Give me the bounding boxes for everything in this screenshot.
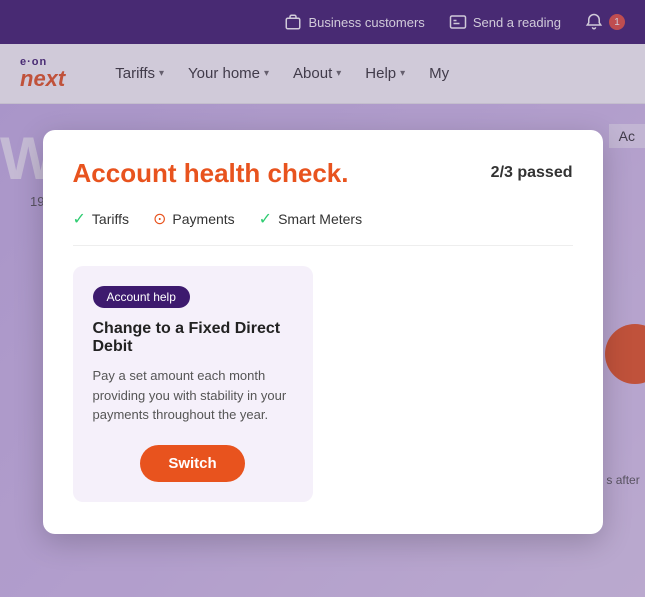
- modal-score: 2/3 passed: [491, 164, 573, 182]
- check-warn-icon: ⊙: [153, 209, 166, 229]
- check-tariffs: ✓ Tariffs: [73, 209, 130, 229]
- check-pass-icon-2: ✓: [259, 209, 272, 229]
- check-payments: ⊙ Payments: [153, 209, 235, 229]
- modal-overlay: Account health check. 2/3 passed ✓ Tarif…: [0, 0, 645, 597]
- check-pass-icon: ✓: [73, 209, 86, 229]
- advice-tag: Account help: [93, 286, 190, 308]
- modal-title: Account health check.: [73, 158, 349, 189]
- health-checks-row: ✓ Tariffs ⊙ Payments ✓ Smart Meters: [73, 209, 573, 246]
- health-check-modal: Account health check. 2/3 passed ✓ Tarif…: [43, 130, 603, 534]
- advice-body: Pay a set amount each month providing yo…: [93, 366, 293, 425]
- advice-title: Change to a Fixed Direct Debit: [93, 320, 293, 356]
- switch-button[interactable]: Switch: [140, 445, 244, 482]
- check-smart-meters: ✓ Smart Meters: [259, 209, 362, 229]
- modal-header: Account health check. 2/3 passed: [73, 158, 573, 189]
- advice-card: Account help Change to a Fixed Direct De…: [73, 266, 313, 502]
